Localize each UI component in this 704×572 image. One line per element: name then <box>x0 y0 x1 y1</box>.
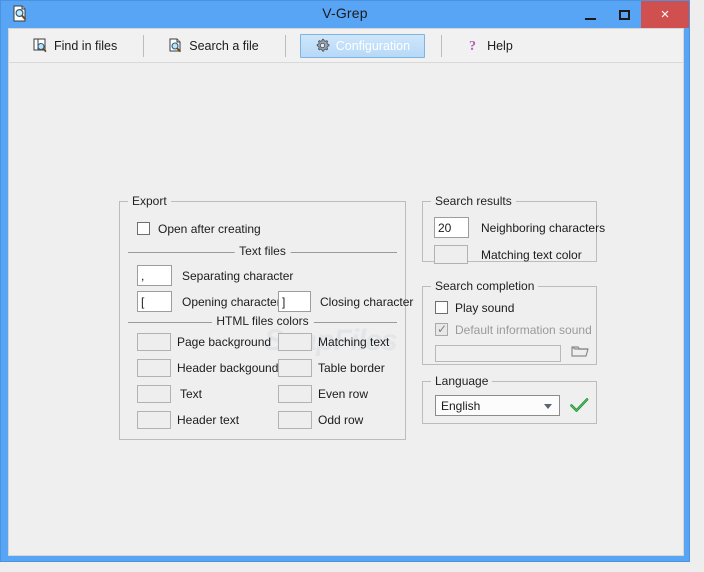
toolbar-label: Configuration <box>335 38 411 53</box>
minimize-icon <box>584 17 596 20</box>
search-matching-text-color-swatch[interactable] <box>434 245 468 264</box>
separating-character-label: Separating character <box>182 269 294 283</box>
export-group-legend: Export <box>128 194 171 208</box>
table-border-label: Table border <box>318 361 385 375</box>
close-button[interactable]: × <box>641 1 689 28</box>
default-information-sound-checkbox[interactable]: ✓ <box>435 323 448 336</box>
search-file-icon <box>168 38 183 53</box>
header-text-label: Header text <box>177 413 240 427</box>
table-border-color-swatch[interactable] <box>278 359 312 377</box>
sound-file-path-input[interactable] <box>435 345 561 362</box>
search-results-group: Search results 20 Neighboring characters… <box>422 194 605 264</box>
header-background-color-swatch[interactable] <box>137 359 171 377</box>
toolbar-label: Find in files <box>54 38 118 53</box>
maximize-button[interactable] <box>607 1 641 28</box>
page-background-color-swatch[interactable] <box>137 333 171 351</box>
text-color-label: Text <box>180 387 203 401</box>
chevron-down-icon <box>544 403 552 409</box>
gear-icon <box>315 38 330 53</box>
window-controls: × <box>573 1 689 28</box>
closing-character-input[interactable]: ] <box>278 291 311 312</box>
language-selected-value: English <box>441 398 481 413</box>
matching-text-color-swatch[interactable] <box>278 333 312 351</box>
toolbar-separator <box>441 34 443 57</box>
search-matching-text-color-label: Matching text color <box>481 248 582 262</box>
play-sound-checkbox[interactable] <box>435 301 448 314</box>
search-completion-group: Search completion Play sound ✓ Default i… <box>422 279 597 365</box>
language-group: Language English <box>422 374 597 424</box>
search-results-legend: Search results <box>431 194 516 208</box>
green-check-icon[interactable] <box>570 398 589 414</box>
separating-character-input[interactable]: , <box>137 265 172 286</box>
client-area: Find in files Search a file Configuratio… <box>8 28 684 556</box>
open-folder-icon[interactable] <box>571 344 589 358</box>
neighboring-characters-label: Neighboring characters <box>481 221 606 235</box>
search-completion-legend: Search completion <box>431 279 539 293</box>
even-row-color-swatch[interactable] <box>278 385 312 403</box>
header-background-label: Header backgound <box>177 361 279 375</box>
html-files-colors-legend: HTML files colors <box>211 314 314 328</box>
toolbar-item-help[interactable]: ? Help <box>456 34 523 58</box>
main-toolbar: Find in files Search a file Configuratio… <box>9 29 683 63</box>
open-after-creating-checkbox[interactable] <box>137 222 150 235</box>
default-information-sound-label: Default information sound <box>455 323 592 337</box>
title-bar[interactable]: V-Grep × <box>1 1 689 28</box>
minimize-button[interactable] <box>573 1 607 28</box>
toolbar-separator <box>143 34 145 57</box>
play-sound-label: Play sound <box>455 301 515 315</box>
even-row-label: Even row <box>318 387 369 401</box>
open-after-creating-label: Open after creating <box>158 222 261 236</box>
header-text-color-swatch[interactable] <box>137 411 171 429</box>
toolbar-label: Help <box>487 38 513 53</box>
checkmark-icon: ✓ <box>437 322 448 336</box>
odd-row-color-swatch[interactable] <box>278 411 312 429</box>
svg-text:?: ? <box>469 39 476 53</box>
toolbar-label: Search a file <box>189 38 259 53</box>
toolbar-item-search-a-file[interactable]: Search a file <box>158 34 268 58</box>
text-files-divider: Text files <box>128 244 397 258</box>
export-group: Export Open after creating Text files , … <box>119 194 413 440</box>
application-window: V-Grep × Find in files Search a file Con… <box>0 0 690 562</box>
opening-character-label: Opening character <box>182 295 281 309</box>
text-files-legend: Text files <box>234 244 291 258</box>
toolbar-item-find-in-files[interactable]: Find in files <box>23 34 127 58</box>
close-icon: × <box>660 6 670 23</box>
html-files-colors-divider: HTML files colors <box>128 314 397 328</box>
maximize-icon <box>618 9 630 20</box>
matching-text-label: Matching text <box>318 335 390 349</box>
question-mark-icon: ? <box>466 38 481 54</box>
toolbar-separator <box>284 34 286 57</box>
neighboring-characters-input[interactable]: 20 <box>434 217 469 238</box>
language-legend: Language <box>431 374 493 388</box>
find-in-files-icon <box>33 38 48 53</box>
opening-character-input[interactable]: [ <box>137 291 172 312</box>
toolbar-item-configuration[interactable]: Configuration <box>299 33 426 58</box>
odd-row-label: Odd row <box>318 413 364 427</box>
closing-character-label: Closing character <box>320 295 414 309</box>
text-color-swatch[interactable] <box>137 385 171 403</box>
page-background-label: Page background <box>177 335 272 349</box>
language-select[interactable]: English <box>435 395 560 416</box>
